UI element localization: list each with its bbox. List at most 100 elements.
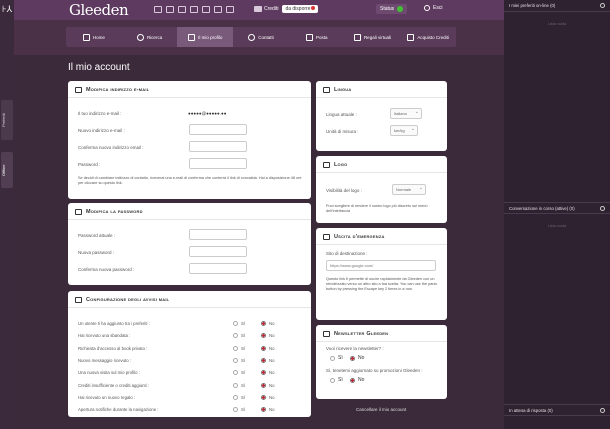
notify-no-radio[interactable]: No [261,333,275,339]
newsletter-q2-no[interactable]: No [350,377,364,383]
confirm-password-input[interactable] [189,263,247,274]
nav-bar: Home Ricerca Il mio profilo Contatti Pos… [14,20,504,55]
disconnect-label: da disporre [285,6,311,12]
favorites-online-header[interactable]: I miei preferiti on-line (0) [504,0,610,12]
nav-search[interactable]: Ricerca [122,27,178,47]
logout-button[interactable]: Esci [424,5,442,11]
notify-no-radio[interactable]: No [261,357,275,363]
tab-preferiti[interactable]: Preferiti [1,100,13,140]
newsletter-icon [323,331,330,337]
lock-icon [323,162,330,168]
nav-gifts[interactable]: Regali virtuali [345,27,401,47]
confirm-password-label: Conferma nuova password : [78,267,135,272]
notify-row-label: Apertura notifiche durante la navigazion… [78,407,159,413]
nav-contacts-label: Contatti [258,34,274,40]
status-dot-icon [311,6,316,10]
language-select[interactable]: Italiano [390,108,422,119]
new-email-input[interactable] [189,124,247,135]
main-nav: Home Ricerca Il mio profilo Contatti Pos… [66,27,456,47]
nav-mail-label: Posta [315,34,328,40]
destination-label: Sito di destinazione : [326,251,368,256]
notify-yes-radio[interactable]: Sì [233,357,245,363]
radio-icon [233,357,238,363]
info-icon[interactable] [600,206,605,211]
camera-icon[interactable] [178,6,186,13]
newsletter-q1-no[interactable]: No [350,355,364,361]
delete-account-link[interactable]: Cancellare il mio account [356,407,406,412]
newsletter-q2-yes[interactable]: Sì [330,377,343,383]
notify-row-label: Un utente ti ha aggiunto tra i preferiti… [78,321,150,326]
unit-select[interactable]: km/kg [390,125,418,136]
info-icon[interactable] [600,408,605,413]
tab-offline[interactable]: Offline [1,152,13,188]
current-password-input[interactable] [189,229,247,240]
info-icon[interactable] [600,3,605,8]
notify-no-radio[interactable]: No [261,394,275,400]
status-toggle[interactable]: Status [376,4,408,14]
notify-no-radio[interactable]: No [261,370,275,376]
logo-note: Puoi scegliere di rendere il nostro logo… [326,204,428,213]
radio-yes-label: Sì [241,345,246,351]
notify-row-label: Hai ricevuto una sbandata : [78,333,131,339]
nav-credits[interactable]: Acquisto Crediti [400,27,456,47]
emergency-panel: Uscita d'emergenza Sito di destinazione … [316,228,447,320]
disconnect-badge[interactable]: da disporre [282,5,319,13]
notify-no-radio[interactable]: No [261,407,275,413]
language-label: Lingua attuale : [326,112,357,117]
current-password-label: Password attuale : [78,233,116,238]
notify-yes-radio[interactable]: Sì [233,382,246,388]
language-panel-title: Lingua [334,87,352,93]
credits-icon [254,6,262,12]
unit-label: Unità di misura : [326,129,359,134]
nav-contacts[interactable]: Contatti [233,27,289,47]
home-icon [82,33,90,41]
radio-selected-icon [350,377,355,383]
emergency-note: Questo link ti permette di uscire rapida… [326,277,438,291]
gift-icon[interactable] [190,6,198,13]
radio-yes-label: Sì [338,377,343,383]
notify-yes-radio[interactable]: Sì [233,321,245,326]
notify-yes-radio[interactable]: Sì [233,370,245,376]
newsletter-q1-yes[interactable]: Sì [330,355,343,361]
nav-mail[interactable]: Posta [289,27,345,47]
radio-yes-label: Sì [241,382,246,388]
newsletter-panel: Newsletter Gleeden Vuoi ricevere la news… [316,325,447,399]
notify-no-radio[interactable]: No [261,345,275,351]
mail-icon[interactable] [154,6,162,13]
chat-icon[interactable] [166,6,174,13]
radio-selected-icon [261,370,266,376]
notify-yes-radio[interactable]: Sì [233,407,245,413]
search-icon [136,33,144,41]
nav-profile-label: Il mio profilo [198,34,223,40]
new-password-input[interactable] [189,246,247,257]
heart-icon[interactable] [226,6,234,13]
nav-home[interactable]: Home [66,27,122,47]
email-panel-title: Modifica indirizzo e-mail [86,87,150,93]
logo-visibility-select[interactable]: Normale [392,184,426,195]
brand-logo[interactable]: Gleeden [69,1,129,19]
nav-search-label: Ricerca [146,34,163,40]
waiting-reply-header[interactable]: In attesa di risposta (0) [504,404,610,416]
page-title: Il mio account [68,62,130,73]
waiting-title: In attesa di risposta (0) [509,408,553,413]
notify-no-radio[interactable]: No [261,382,275,388]
notify-yes-radio[interactable]: Sì [233,333,245,339]
notify-yes-radio[interactable]: Sì [233,394,245,400]
top-header: Gleeden Crediti da disporre Status Esci [14,0,504,20]
power-icon [424,5,430,11]
confirm-email-input[interactable] [189,141,247,152]
conversations-header[interactable]: Conversazione in corso (attive) (0) [504,202,610,214]
radio-no-label: No [358,355,365,361]
new-password-label: Nuova password : [78,250,115,255]
credits-area[interactable]: Crediti da disporre [254,5,319,13]
destination-input[interactable] [326,260,436,271]
eye-icon[interactable] [214,6,222,13]
flirt-icon[interactable] [202,6,210,13]
envelope-icon [75,87,82,93]
nav-profile[interactable]: Il mio profilo [177,27,234,47]
email-password-input[interactable] [189,158,247,169]
notify-yes-radio[interactable]: Sì [233,345,246,351]
menu-logo-icon[interactable]: ⊦⅄ [2,4,14,16]
new-email-label: Nuovo indirizzo e-mail : [78,128,125,133]
notify-no-radio[interactable]: No [261,321,275,326]
